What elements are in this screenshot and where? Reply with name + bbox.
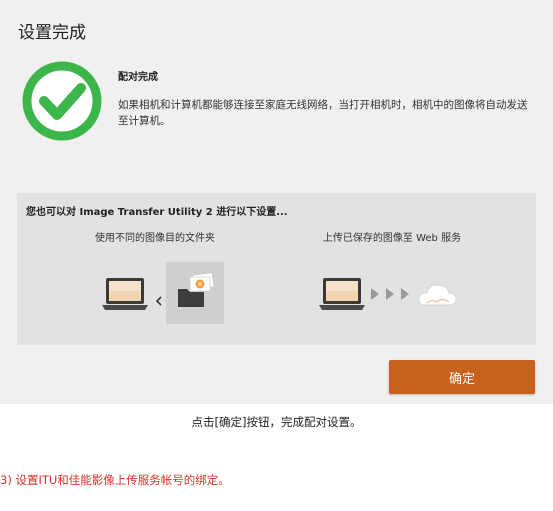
dialog-title: 设置完成 bbox=[18, 23, 86, 43]
cloud-icon bbox=[418, 284, 457, 306]
setup-complete-dialog: 设置完成 配对完成 如果相机和计算机都能够连接至家庭无线网络，当打开相机时，相机… bbox=[0, 0, 553, 404]
laptop-icon bbox=[102, 278, 148, 310]
additional-settings-panel: 您也可以对 Image Transfer Utility 2 进行以下设置...… bbox=[17, 193, 536, 345]
laptop-to-cloud-illustration bbox=[319, 278, 457, 310]
pairing-complete-message: 如果相机和计算机都能够连接至家庭无线网络，当打开相机时，相机中的图像将自动发送至… bbox=[118, 99, 528, 127]
arrow-chevrons-icon bbox=[371, 288, 409, 300]
pairing-complete-heading: 配对完成 bbox=[118, 72, 158, 83]
ok-button[interactable]: 确定 bbox=[389, 360, 535, 394]
checkmark-success-icon bbox=[22, 61, 102, 141]
instruction-caption: 点击[确定]按钮，完成配对设置。 bbox=[191, 415, 362, 429]
step-note: 3) 设置ITU和佳能影像上传服务帐号的绑定。 bbox=[0, 473, 230, 487]
laptop-icon bbox=[319, 278, 365, 310]
feature-label-folder: 使用不同的图像目的文件夹 bbox=[95, 233, 215, 244]
panel-intro-text: 您也可以对 Image Transfer Utility 2 进行以下设置... bbox=[26, 207, 288, 218]
laptop-to-folder-illustration bbox=[102, 262, 224, 324]
feature-label-web-service: 上传已保存的图像至 Web 服务 bbox=[322, 233, 462, 244]
